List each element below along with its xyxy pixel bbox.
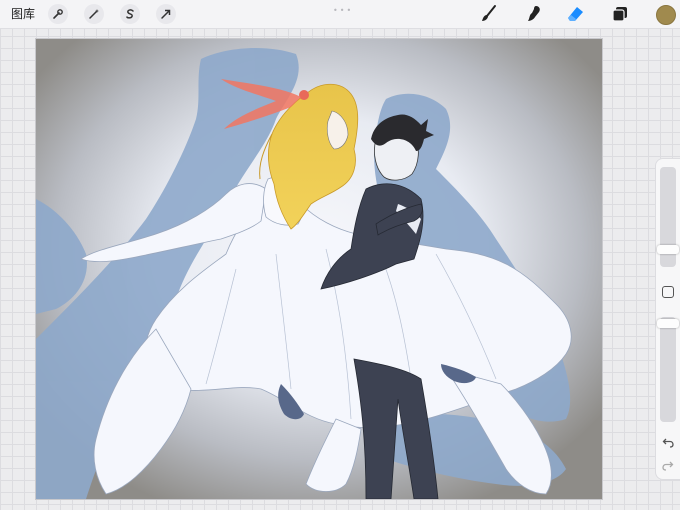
wrench-icon[interactable] [48,4,68,24]
drawing-canvas[interactable] [35,38,603,500]
selection-s-icon[interactable] [120,4,140,24]
gallery-button[interactable]: 图库 [11,6,35,22]
brush-icon[interactable] [479,4,499,24]
magic-wand-icon[interactable] [84,4,104,24]
opacity-slider[interactable] [660,317,676,422]
redo-icon[interactable] [660,457,676,473]
artwork-illustration [36,39,602,499]
right-sidebar [655,158,680,480]
window-grip[interactable]: ••• [333,6,353,15]
eraser-icon[interactable] [566,4,586,24]
layers-icon[interactable] [610,4,630,24]
smudge-icon[interactable] [524,4,544,24]
modify-square-icon[interactable] [662,286,674,298]
undo-icon[interactable] [660,434,676,450]
color-swatch[interactable] [656,5,676,25]
transform-arrow-icon[interactable] [156,4,176,24]
top-toolbar: 图库 ••• [0,0,680,29]
brush-size-thumb[interactable] [657,245,679,254]
opacity-thumb[interactable] [657,319,679,328]
